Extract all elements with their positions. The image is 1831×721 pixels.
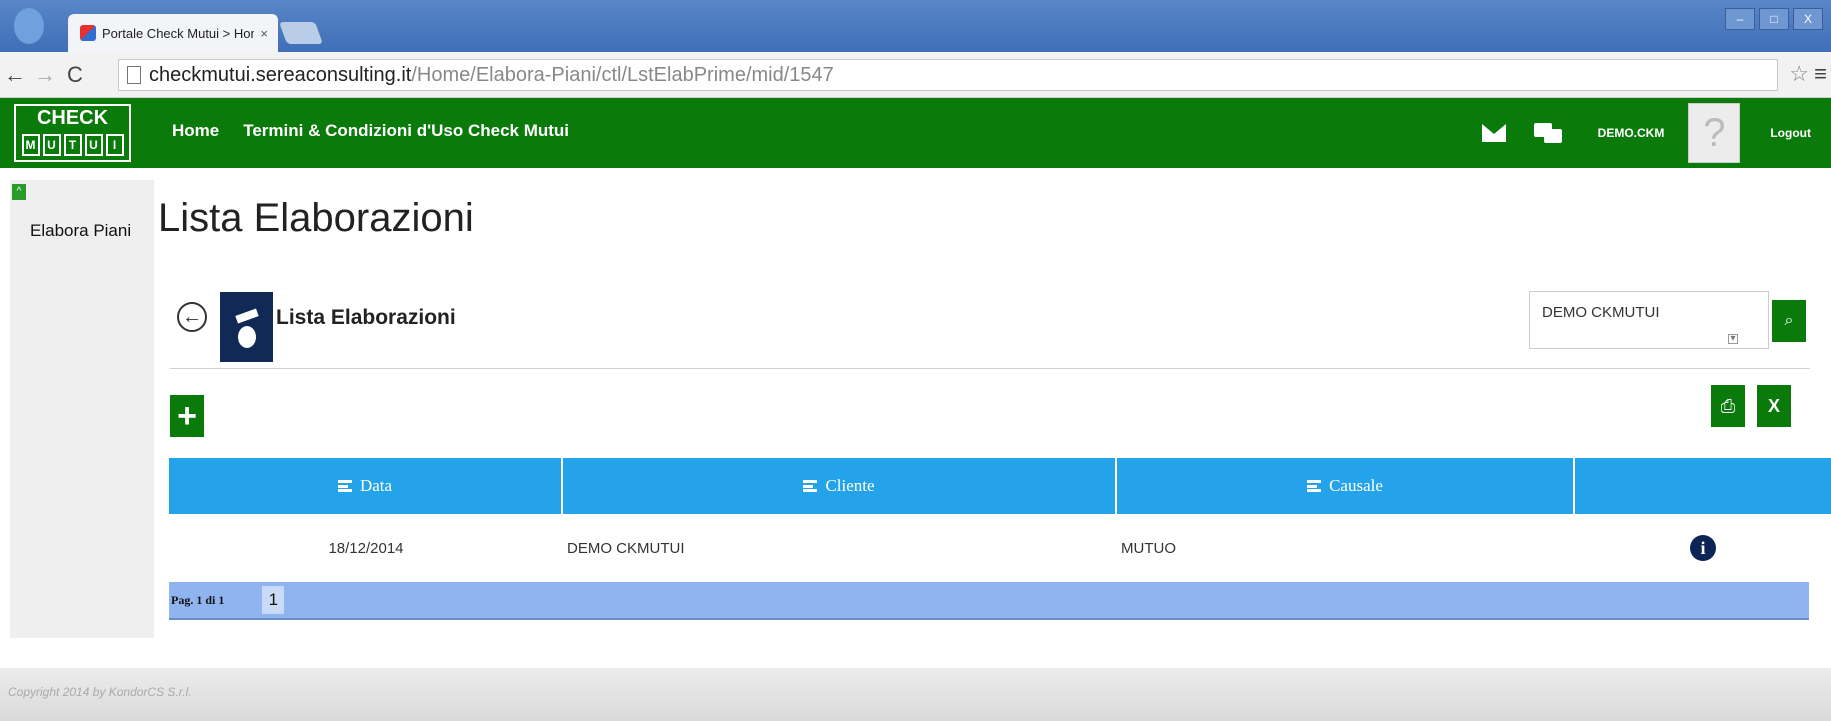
logo-letter: M [21,134,40,156]
sort-icon [803,480,818,492]
column-label: Cliente [825,476,875,495]
sidebar [10,180,154,638]
nav-terms[interactable]: Termini & Condizioni d'Uso Check Mutui [243,121,569,141]
sort-icon [1307,480,1322,492]
page-number-1[interactable]: 1 [262,586,285,614]
column-header-causale[interactable]: Causale [1117,458,1575,514]
logo-letter: T [63,134,82,156]
header-user-area: DEMO.CKM ? Logout [1481,98,1831,168]
grid-pager: Pag. 1 di 1 1 [169,582,1809,620]
pager-label: Pag. 1 di 1 [171,592,225,607]
tab-title: Portale Check Mutui > Home [102,25,255,41]
user-name[interactable]: DEMO.CKM [1598,126,1665,140]
url-host: checkmutui.sereaconsulting.it [149,63,412,86]
reload-icon[interactable]: C [60,62,90,88]
browser-toolbar: ← → C checkmutui.sereaconsulting.it/Home… [0,52,1831,98]
excel-export-icon[interactable]: X [1757,385,1791,427]
check-mutui-logo[interactable]: CHECK M U T U I [14,104,131,162]
footer [0,668,1831,721]
chat-icon[interactable] [1533,123,1562,143]
nav-home[interactable]: Home [172,121,219,141]
app-header: CHECK M U T U I Home Termini & Condizion… [0,98,1831,168]
cell-cliente: DEMO CKMUTUI [567,539,685,557]
logo-letter: I [105,134,124,156]
browser-menu-icon[interactable]: ≡ [1814,61,1827,87]
avatar[interactable]: ? [1688,103,1741,163]
logo-letter: U [84,134,103,156]
minimize-button[interactable]: – [1725,8,1755,30]
window-controls: – □ X [1725,8,1823,30]
sort-icon [337,480,352,492]
section-title: Lista Elaborazioni [276,306,456,329]
column-header-actions [1575,458,1831,514]
close-window-button[interactable]: X [1793,8,1823,30]
copyright-text: Copyright 2014 by KondorCS S.r.l. [8,685,192,699]
browser-tab[interactable]: Portale Check Mutui > Home × [68,14,278,52]
forward-nav-icon[interactable]: → [30,62,60,88]
add-icon[interactable]: + [170,395,204,437]
dropdown-arrow-icon[interactable]: ▾ [1728,334,1738,344]
maximize-button[interactable]: □ [1759,8,1789,30]
column-label: Data [359,476,393,495]
column-header-data[interactable]: Data [169,458,563,514]
column-header-cliente[interactable]: Cliente [563,458,1117,514]
page-title: Lista Elaborazioni [158,196,474,240]
favicon-icon [80,25,96,41]
mail-icon[interactable] [1481,124,1506,142]
bookmark-star-icon[interactable]: ☆ [1789,61,1809,87]
browser-logo-icon [14,8,44,44]
logo-top-text: CHECK [36,107,109,129]
logout-link[interactable]: Logout [1770,126,1811,140]
back-icon[interactable]: ← [177,302,207,332]
client-filter-value: DEMO CKMUTUI [1542,304,1660,321]
client-filter-select[interactable]: DEMO CKMUTUI ▾ [1529,291,1769,349]
address-bar[interactable]: checkmutui.sereaconsulting.it/Home/Elabo… [118,59,1778,91]
cell-actions: i [1575,518,1831,578]
search-icon[interactable]: ⌕ [1772,300,1806,342]
page-icon [127,66,141,84]
cell-data: 18/12/2014 [328,539,404,557]
info-icon[interactable]: i [1690,535,1716,561]
logo-letter: U [42,134,61,156]
top-nav: Home Termini & Condizioni d'Uso Check Mu… [172,121,569,141]
url-path: /Home/Elabora-Piani/ctl/LstElabPrime/mid… [411,63,834,86]
divider [170,368,1810,369]
new-tab-button[interactable] [278,22,324,44]
cell-causale: MUTUO [1121,539,1176,557]
tab-close-icon[interactable]: × [260,26,278,41]
sidebar-item-elabora-piani[interactable]: Elabora Piani [30,221,131,241]
grid-header: Data Cliente Causale [169,458,1831,514]
table-row[interactable]: 18/12/2014 DEMO CKMUTUI MUTUO i [169,518,1831,578]
sidebar-collapse-button[interactable]: ^ [12,184,26,200]
browser-titlebar: Portale Check Mutui > Home × – □ X [0,0,1831,52]
print-icon[interactable]: ⎙ [1711,385,1745,427]
back-nav-icon[interactable]: ← [0,62,30,88]
logo-letters: M U T U I [16,134,129,156]
module-icon [220,292,273,362]
column-label: Causale [1329,476,1383,495]
